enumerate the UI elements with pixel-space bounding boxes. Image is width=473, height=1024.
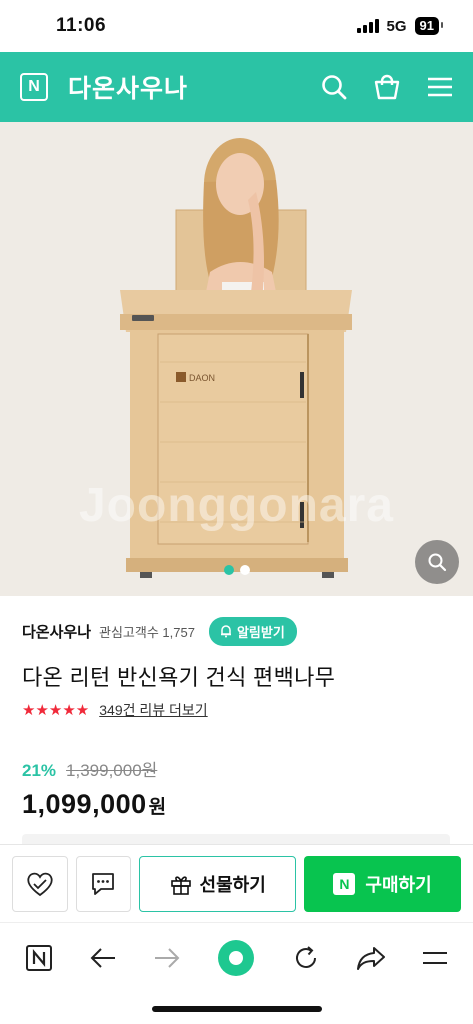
zoom-button[interactable] bbox=[415, 540, 459, 584]
chat-bubble-icon bbox=[92, 872, 115, 895]
bell-plus-icon bbox=[220, 625, 231, 638]
product-title: 다온 리턴 반신욕기 건식 편백나무 bbox=[22, 665, 336, 690]
browser-toolbar bbox=[0, 922, 473, 992]
naver-pay-icon: N bbox=[333, 872, 356, 895]
naver-store-logo[interactable]: N bbox=[20, 73, 48, 101]
store-name[interactable]: 다온사우나 bbox=[22, 621, 91, 642]
gift-label: 선물하기 bbox=[199, 874, 266, 895]
green-dot-icon[interactable] bbox=[216, 938, 256, 978]
browser-menu-icon[interactable] bbox=[421, 947, 449, 969]
status-bar: 11:06 5G 91 bbox=[0, 0, 473, 52]
watermark: Joonggonara bbox=[78, 479, 394, 532]
signal-icon bbox=[356, 19, 379, 33]
discount-row: 21% 1,399,000원 bbox=[22, 756, 452, 781]
fan-count: 관심고객수 1,757 bbox=[99, 624, 195, 640]
currency-unit: 원 bbox=[148, 797, 167, 818]
rating-row: ★★★★★ 349건 리뷰 더보기 bbox=[22, 700, 452, 720]
discount-rate: 21% bbox=[22, 761, 57, 780]
final-price-row: 1,099,000 원 bbox=[22, 789, 452, 820]
product-image-carousel[interactable]: DAON Joonggonara bbox=[0, 122, 473, 596]
purchase-action-bar: 선물하기 N 구매하기 bbox=[0, 844, 473, 922]
status-time: 11:06 bbox=[56, 15, 107, 36]
review-link[interactable]: 349건 리뷰 더보기 bbox=[99, 700, 207, 720]
store-title[interactable]: 다온사우나 bbox=[68, 69, 188, 105]
carousel-indicator bbox=[0, 565, 473, 575]
notification-button[interactable]: 알림받기 bbox=[208, 616, 297, 646]
back-arrow-icon[interactable] bbox=[88, 946, 118, 970]
gift-button[interactable]: 선물하기 bbox=[139, 855, 297, 912]
share-icon[interactable] bbox=[355, 944, 387, 972]
cabinet-brand: DAON bbox=[189, 373, 215, 383]
heart-icon bbox=[27, 872, 53, 896]
header-icons bbox=[321, 74, 453, 100]
carousel-dot-1[interactable] bbox=[223, 565, 234, 575]
star-rating: ★★★★★ bbox=[22, 702, 90, 719]
menu-icon[interactable] bbox=[427, 76, 453, 98]
wishlist-button[interactable] bbox=[12, 855, 68, 912]
product-info: 다온사우나 관심고객수 1,757 알림받기 다온 리턴 반신욕기 건식 편백나… bbox=[22, 616, 452, 820]
final-price: 1,099,000 bbox=[22, 789, 147, 819]
carousel-dot-2[interactable] bbox=[239, 565, 250, 575]
buy-button[interactable]: N 구매하기 bbox=[304, 855, 461, 912]
naver-home-icon[interactable] bbox=[24, 943, 54, 973]
status-indicators: 5G 91 bbox=[356, 17, 444, 35]
app-header: N 다온사우나 bbox=[0, 52, 473, 122]
forward-arrow-icon[interactable] bbox=[152, 946, 182, 970]
original-price: 1,399,000원 bbox=[66, 761, 158, 780]
battery-icon: 91 bbox=[414, 17, 444, 35]
buy-label: 구매하기 bbox=[365, 874, 432, 895]
search-icon[interactable] bbox=[321, 74, 347, 100]
inquiry-button[interactable] bbox=[75, 855, 132, 912]
shopping-bag-icon[interactable] bbox=[373, 74, 401, 100]
store-row: 다온사우나 관심고객수 1,757 알림받기 bbox=[22, 616, 452, 646]
magnifier-icon bbox=[428, 553, 447, 572]
reload-icon[interactable] bbox=[291, 943, 321, 973]
gift-icon bbox=[170, 875, 191, 895]
notification-label: 알림받기 bbox=[236, 624, 285, 640]
network-label: 5G bbox=[386, 17, 407, 35]
home-indicator[interactable] bbox=[152, 1006, 322, 1012]
